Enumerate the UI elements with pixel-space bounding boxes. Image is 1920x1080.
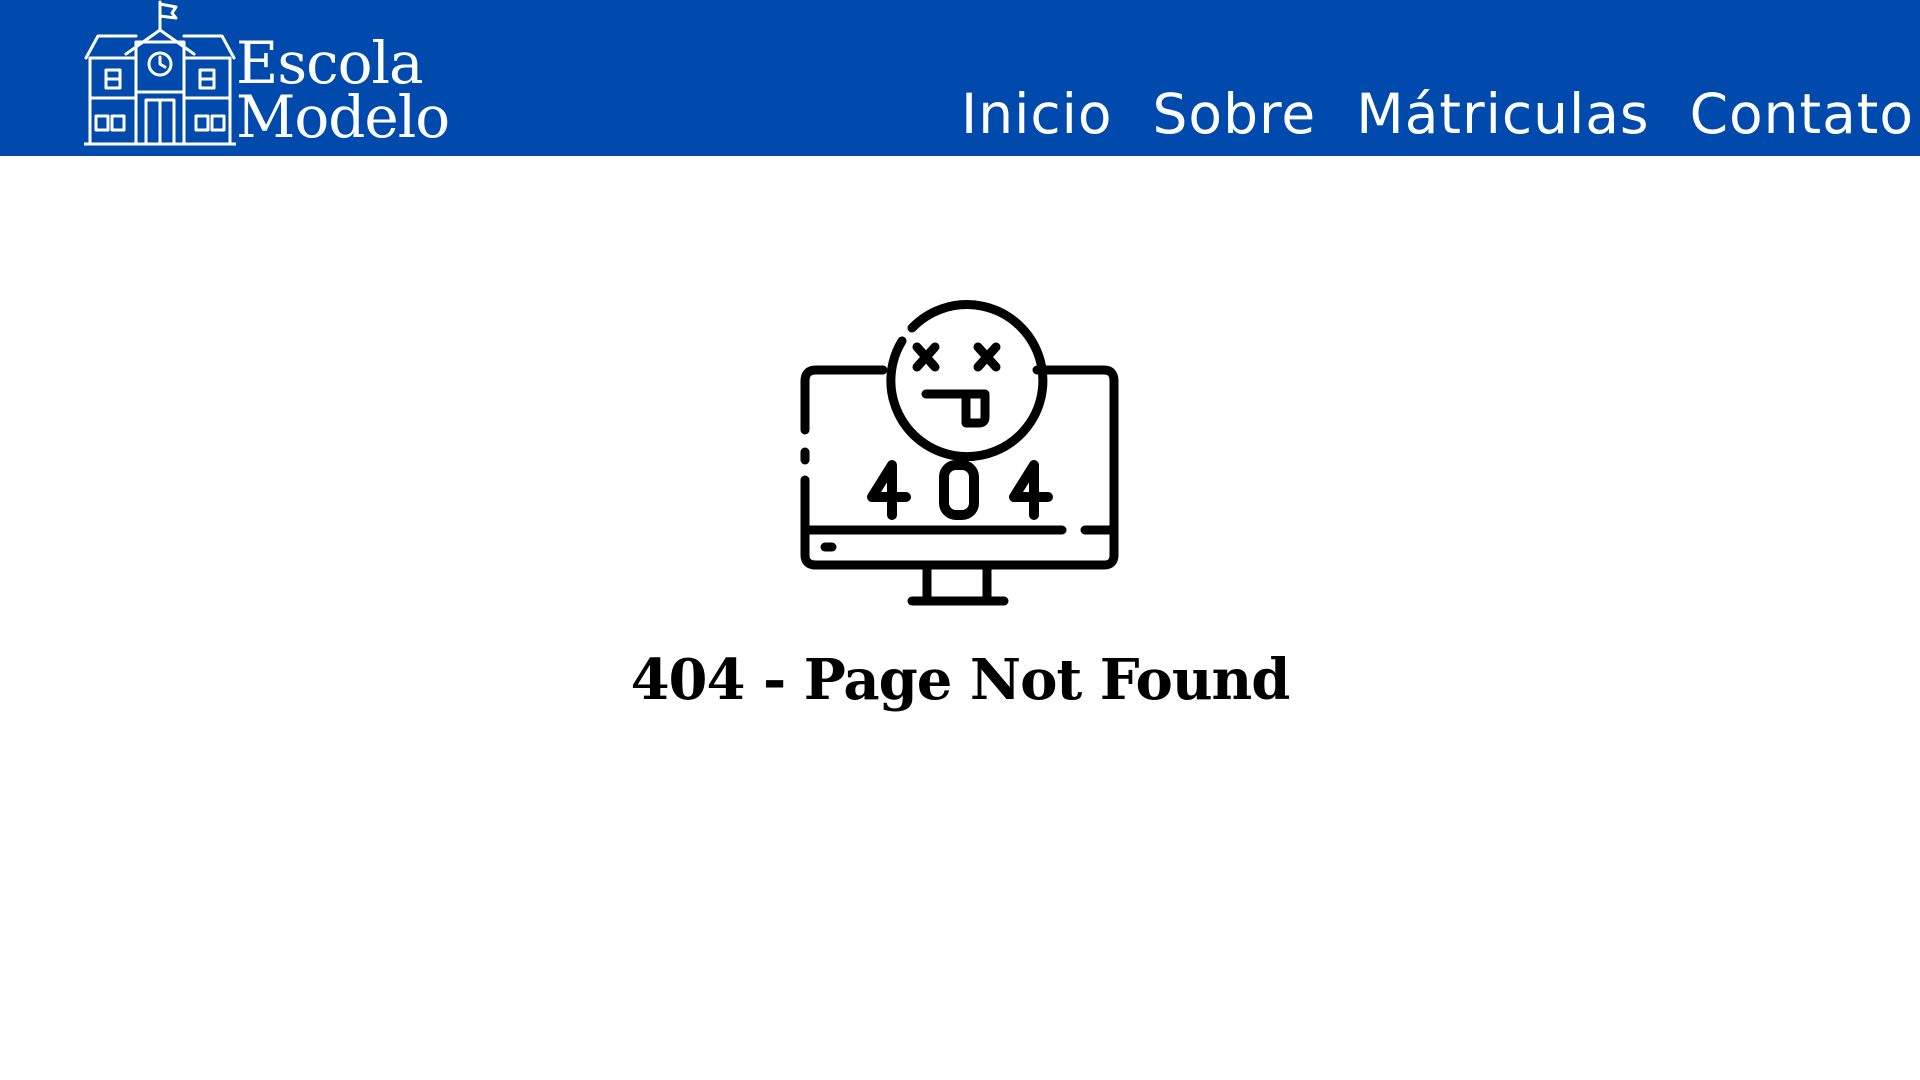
nav-link-sobre[interactable]: Sobre	[1153, 78, 1317, 150]
site-logo[interactable]: Escola Modelo	[84, 0, 464, 150]
school-building-icon	[84, 0, 236, 146]
site-header: Escola Modelo Inicio Sobre Mátriculas Co…	[0, 0, 1920, 156]
nav-link-matriculas[interactable]: Mátriculas	[1356, 78, 1649, 150]
nav-link-inicio[interactable]: Inicio	[961, 78, 1113, 150]
logo-text-line2: Modelo	[236, 83, 450, 151]
computer-404-icon	[800, 300, 1119, 606]
error-title: 404 - Page Not Found	[630, 647, 1291, 713]
nav-link-contato[interactable]: Contato	[1690, 78, 1914, 150]
main-nav: Inicio Sobre Mátriculas Contato	[961, 78, 1914, 150]
